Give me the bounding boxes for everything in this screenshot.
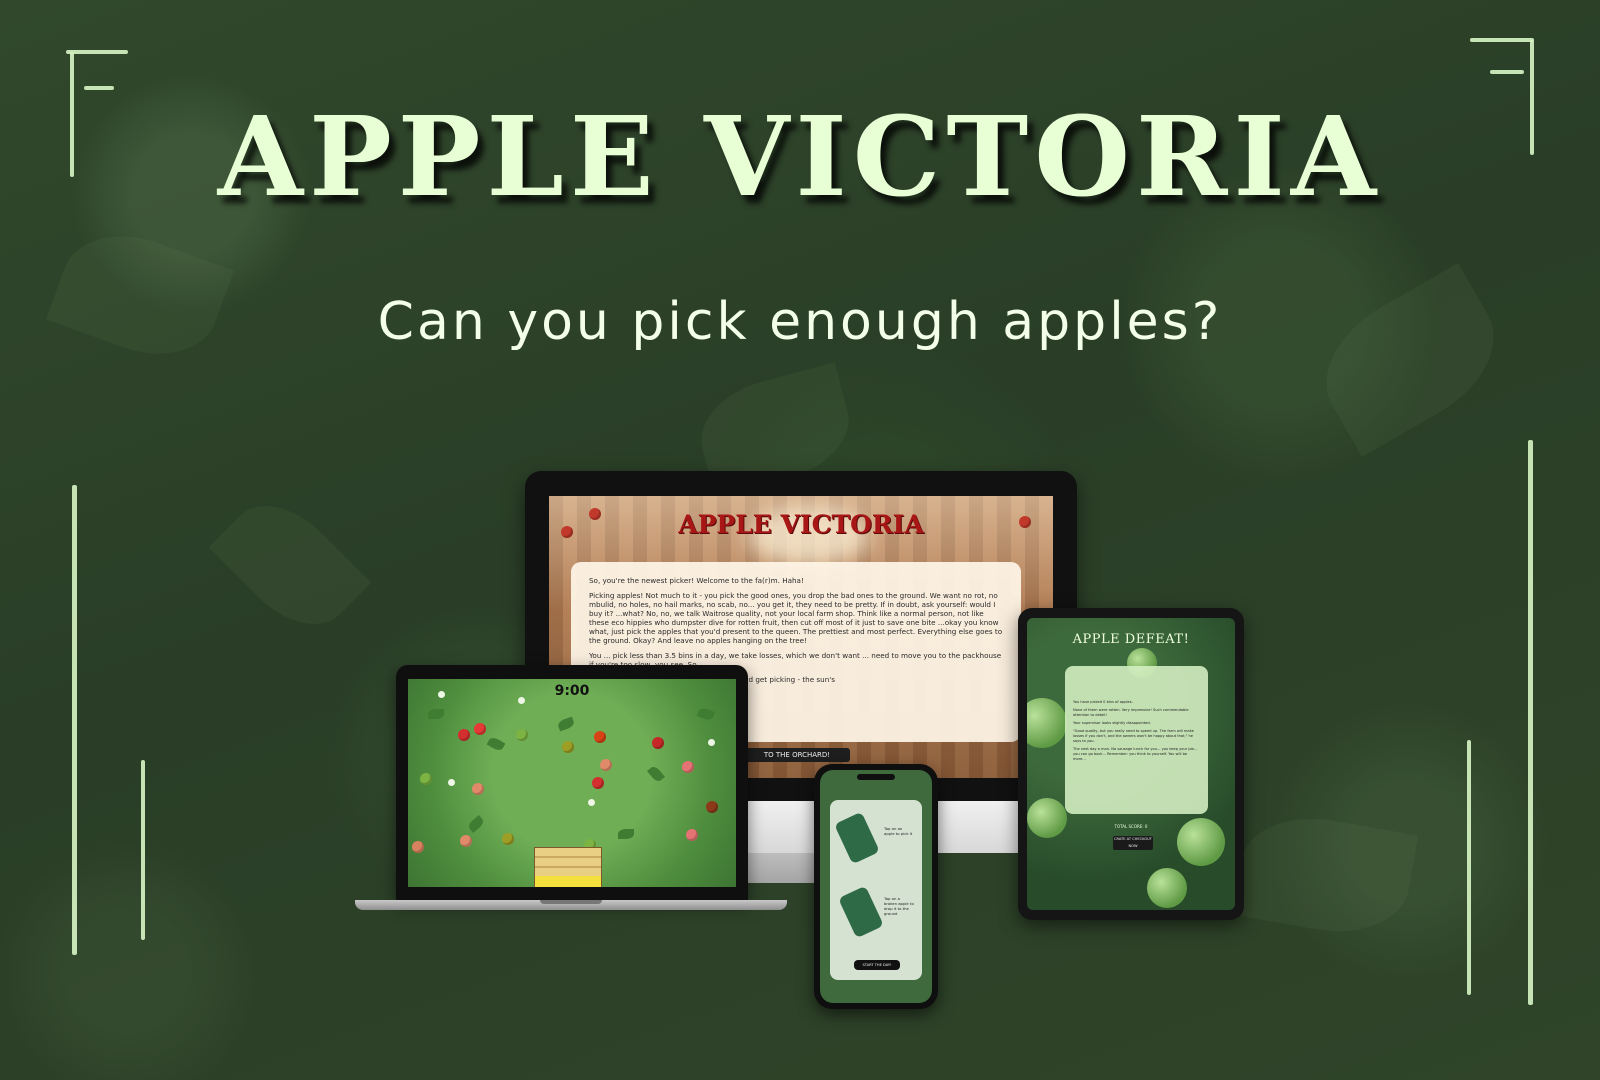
- instruction-pick: Tap on an apple to pick it: [884, 826, 913, 836]
- frame-corner-top-left: [66, 50, 128, 54]
- apple-icon[interactable]: [412, 841, 424, 853]
- apple-icon[interactable]: [600, 759, 612, 771]
- total-score: TOTAL SCORE: 0: [1114, 824, 1148, 829]
- background-leaf: [1231, 806, 1419, 944]
- leaf: [618, 829, 634, 839]
- phone-screen: Tap on an apple to pick it Tap on a brok…: [820, 770, 932, 1003]
- apple-icon[interactable]: [420, 773, 432, 785]
- intro-paragraph: Picking apples! Not much to it - you pic…: [589, 591, 1003, 645]
- apple-crate: [534, 847, 602, 887]
- to-the-orchard-button[interactable]: TO THE ORCHARD!: [744, 748, 850, 762]
- apple-icon[interactable]: [562, 741, 574, 753]
- hand-drop-icon: [838, 885, 884, 939]
- apple-icon[interactable]: [682, 761, 694, 773]
- leaf: [466, 815, 486, 833]
- green-apple-icon: [1147, 868, 1187, 908]
- frame-corner-top-left: [84, 86, 114, 90]
- apple-icon[interactable]: [516, 729, 528, 741]
- tablet-screen: APPLE DEFEAT! You have picked 0 bins of …: [1027, 618, 1235, 910]
- apple-icon[interactable]: [652, 737, 664, 749]
- laptop-notch: [540, 900, 602, 904]
- frame-corner-top-right: [1490, 70, 1524, 74]
- page-title: APPLE VICTORIA: [217, 92, 1383, 221]
- frame-side-left: [72, 485, 77, 955]
- tablet-app-title: APPLE DEFEAT!: [1072, 632, 1190, 647]
- green-apple-icon: [1027, 698, 1067, 748]
- result-paragraph: Your supervisor looks slightly disappoin…: [1073, 721, 1151, 725]
- frame-side-left: [141, 760, 145, 940]
- phone-notch: [857, 774, 895, 780]
- apple-icon[interactable]: [686, 829, 698, 841]
- hand-tap-icon: [834, 811, 880, 865]
- game-timer: 9:00: [554, 683, 590, 699]
- phone-mockup: Tap on an apple to pick it Tap on a brok…: [814, 764, 938, 1009]
- result-paragraph: The next day a man. No sausage lunch for…: [1073, 747, 1198, 761]
- result-paragraph: "Good quality, but you really need to sp…: [1073, 729, 1194, 743]
- instructions-card: Tap on an apple to pick it Tap on a brok…: [830, 800, 922, 980]
- start-the-day-button[interactable]: START THE DAY!: [854, 960, 900, 970]
- page-subtitle: Can you pick enough apples?: [377, 292, 1223, 352]
- leaf: [486, 735, 506, 753]
- leaf: [428, 709, 444, 719]
- apple-icon[interactable]: [474, 723, 486, 735]
- laptop-game-screen: 9:00: [408, 679, 736, 887]
- leaf: [647, 764, 665, 784]
- apple-icon[interactable]: [594, 731, 606, 743]
- apple-icon[interactable]: [458, 729, 470, 741]
- crate-stripe: [535, 876, 601, 887]
- laptop-mockup: 9:00: [396, 665, 748, 900]
- result-paragraph: None of them were rotten. Very impressiv…: [1073, 708, 1189, 717]
- result-paragraph: You have picked 0 bins of apples.: [1073, 700, 1133, 704]
- leaf: [556, 716, 576, 732]
- apple-icon[interactable]: [472, 783, 484, 795]
- leaf: [696, 706, 716, 722]
- background-leaf: [208, 483, 372, 647]
- blossom: [588, 799, 595, 806]
- green-apple-icon: [1027, 798, 1067, 838]
- instruction-drop: Tap on a broken apple to drop it to the …: [884, 896, 914, 916]
- blossom: [448, 779, 455, 786]
- restart-button[interactable]: CRATE AT CHECKOUT NOW: [1113, 836, 1153, 850]
- frame-corner-top-right: [1470, 38, 1534, 42]
- frame-side-right: [1528, 440, 1533, 1005]
- apple-icon[interactable]: [592, 777, 604, 789]
- apple-icon[interactable]: [460, 835, 472, 847]
- result-card: You have picked 0 bins of apples. None o…: [1065, 666, 1208, 814]
- tablet-mockup: APPLE DEFEAT! You have picked 0 bins of …: [1018, 608, 1244, 920]
- apple-icon[interactable]: [706, 801, 718, 813]
- frame-side-right: [1467, 740, 1471, 995]
- intro-paragraph: So, you're the newest picker! Welcome to…: [589, 576, 804, 585]
- apple-icon[interactable]: [502, 833, 514, 845]
- desktop-app-title: APPLE VICTORIA: [678, 510, 924, 539]
- blossom: [708, 739, 715, 746]
